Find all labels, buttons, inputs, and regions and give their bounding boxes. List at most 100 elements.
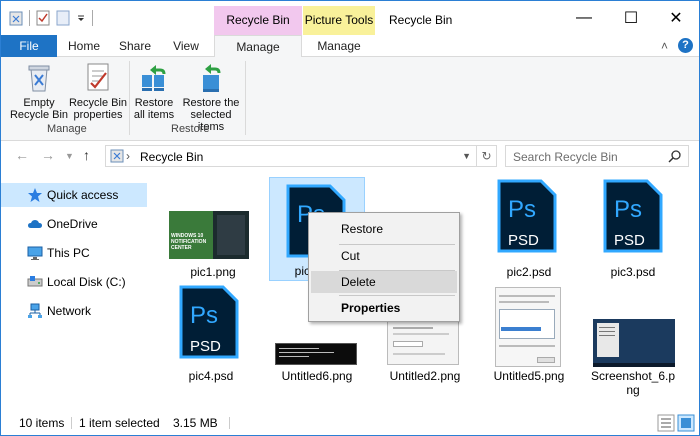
file-item-pic2[interactable]: Ps PSD pic2.psd bbox=[481, 177, 577, 281]
status-bar: 10 items 1 item selected 3.15 MB bbox=[1, 411, 699, 435]
recycle-bin-location-icon bbox=[110, 149, 124, 163]
file-item-pic3[interactable]: Ps PSD pic3.psd bbox=[585, 177, 681, 281]
ribbon-right-controls: ˄ ? bbox=[661, 38, 693, 53]
file-thumbnail bbox=[481, 287, 577, 367]
restore-group-label: Restore bbox=[171, 123, 210, 135]
drive-icon bbox=[27, 276, 43, 287]
properties-check-icon[interactable] bbox=[36, 10, 50, 26]
path-separator-icon[interactable]: › bbox=[126, 149, 130, 163]
menu-item-cut[interactable]: Cut bbox=[311, 245, 457, 267]
recycle-bin-tools-header: Recycle Bin Tools bbox=[214, 6, 302, 56]
empty-recycle-bin-button[interactable]: Empty Recycle Bin bbox=[9, 61, 69, 121]
file-item-untitled5[interactable]: Untitled5.png bbox=[481, 283, 577, 387]
star-icon bbox=[28, 188, 42, 202]
sidebar-item-local-disk[interactable]: Local Disk (C:) bbox=[1, 270, 147, 294]
address-dropdown-icon[interactable]: ▼ bbox=[462, 151, 471, 161]
search-box[interactable]: Search Recycle Bin bbox=[505, 145, 689, 167]
up-arrow-icon[interactable]: ↑ bbox=[83, 147, 90, 163]
svg-text:Ps: Ps bbox=[614, 196, 642, 223]
file-thumbnail bbox=[585, 319, 681, 367]
minimize-button[interactable]: — bbox=[561, 1, 607, 35]
svg-text:Ps: Ps bbox=[190, 302, 218, 329]
forward-arrow-icon[interactable]: → bbox=[41, 147, 55, 163]
qat-separator-2 bbox=[92, 10, 93, 26]
file-name: Untitled6.png bbox=[281, 369, 353, 383]
address-bar[interactable]: › Recycle Bin ▼ bbox=[105, 145, 477, 167]
file-name: Untitled5.png bbox=[493, 369, 565, 383]
tab-view[interactable]: View bbox=[161, 35, 211, 57]
restore-selected-icon bbox=[195, 61, 227, 93]
qat-separator bbox=[29, 10, 30, 26]
sidebar-item-label: OneDrive bbox=[47, 217, 98, 231]
thumbnail-caption: WINDOWS 10 NOTIFICATION CENTER bbox=[171, 233, 207, 251]
file-name: pic3.psd bbox=[610, 265, 656, 279]
restore-all-icon bbox=[138, 61, 170, 93]
sidebar-item-label: Local Disk (C:) bbox=[47, 275, 126, 289]
network-icon bbox=[28, 303, 42, 318]
photoshop-file-icon: Ps PSD bbox=[603, 179, 663, 253]
address-location: Recycle Bin bbox=[140, 150, 204, 164]
restore-all-items-label: Restore all items bbox=[133, 97, 175, 121]
restore-all-items-button[interactable]: Restore all items bbox=[133, 61, 175, 121]
menu-separator bbox=[339, 295, 455, 296]
sidebar-item-onedrive[interactable]: OneDrive bbox=[1, 212, 147, 236]
window-title: Recycle Bin bbox=[389, 13, 453, 27]
file-name: Screenshot_6.p ng bbox=[590, 369, 676, 397]
recycle-bin-properties-button[interactable]: Recycle Bin properties bbox=[67, 61, 129, 121]
photoshop-file-icon: Ps PSD bbox=[497, 179, 557, 253]
help-icon[interactable]: ? bbox=[678, 38, 693, 53]
item-count: 10 items bbox=[19, 416, 65, 430]
file-thumbnail bbox=[377, 319, 473, 365]
context-menu: Restore Cut Delete Properties bbox=[308, 212, 460, 322]
details-view-icon[interactable] bbox=[657, 414, 675, 432]
svg-text:Ps: Ps bbox=[508, 196, 536, 223]
sidebar-item-network[interactable]: Network bbox=[1, 299, 147, 323]
tab-manage-recycle-bin[interactable]: Manage bbox=[214, 35, 302, 58]
menu-item-properties[interactable]: Properties bbox=[311, 297, 457, 319]
back-arrow-icon[interactable]: ← bbox=[15, 147, 29, 163]
menu-item-delete[interactable]: Delete bbox=[311, 271, 457, 293]
recycle-bin-properties-label: Recycle Bin properties bbox=[68, 97, 128, 121]
file-thumbnail: WINDOWS 10 NOTIFICATION CENTER bbox=[165, 211, 261, 261]
computer-icon bbox=[27, 246, 43, 260]
sidebar-item-label: Network bbox=[47, 304, 92, 318]
address-bar-row: ← → ▼ ↑ › Recycle Bin ▼ ↻ Search Recycle… bbox=[1, 141, 699, 171]
sidebar-item-label: Quick access bbox=[47, 188, 119, 202]
ribbon-tabs: File Home Share View Manage Manage ˄ ? bbox=[1, 35, 699, 58]
file-name: pic4.psd bbox=[188, 369, 234, 383]
close-button[interactable]: ✕ bbox=[653, 1, 699, 35]
photoshop-file-icon: Ps PSD bbox=[179, 285, 239, 359]
sidebar-item-this-pc[interactable]: This PC bbox=[1, 241, 147, 265]
tab-home[interactable]: Home bbox=[59, 35, 109, 57]
file-name: pic1.png bbox=[190, 265, 236, 279]
ribbon-group-separator-2 bbox=[245, 61, 246, 135]
tab-manage-picture[interactable]: Manage bbox=[303, 35, 375, 57]
refresh-icon[interactable]: ↻ bbox=[477, 145, 497, 167]
sidebar-item-quick-access[interactable]: Quick access bbox=[1, 183, 147, 207]
file-name: Untitled2.png bbox=[389, 369, 461, 383]
tab-file[interactable]: File bbox=[1, 35, 57, 57]
file-item-screenshot6[interactable]: Screenshot_6.p ng bbox=[585, 283, 681, 399]
recent-locations-chevron-icon[interactable]: ▼ bbox=[65, 151, 74, 161]
selection-size: 3.15 MB bbox=[173, 416, 218, 430]
collapse-ribbon-icon[interactable]: ˄ bbox=[661, 39, 668, 53]
large-icons-view-icon[interactable] bbox=[677, 414, 695, 432]
file-name: pic2.psd bbox=[506, 265, 552, 279]
tab-share[interactable]: Share bbox=[111, 35, 159, 57]
svg-text:PSD: PSD bbox=[190, 338, 221, 355]
navigation-pane: Quick access OneDrive This PC Local Disk… bbox=[1, 171, 151, 411]
maximize-button[interactable]: ☐ bbox=[608, 1, 654, 35]
file-name: pic bbox=[294, 264, 310, 278]
customize-qat-icon[interactable] bbox=[76, 13, 86, 23]
status-separator bbox=[229, 417, 230, 429]
new-folder-icon[interactable] bbox=[56, 10, 70, 26]
cloud-icon bbox=[28, 220, 42, 228]
file-item-pic4[interactable]: Ps PSD pic4.psd bbox=[163, 283, 259, 387]
file-item-pic1[interactable]: WINDOWS 10 NOTIFICATION CENTER pic1.png bbox=[165, 177, 261, 281]
search-icon bbox=[668, 150, 681, 163]
menu-item-restore[interactable]: Restore bbox=[311, 218, 457, 240]
search-placeholder: Search Recycle Bin bbox=[513, 150, 618, 164]
svg-text:PSD: PSD bbox=[614, 232, 645, 249]
ribbon-panel: Empty Recycle Bin Recycle Bin properties… bbox=[1, 57, 699, 141]
recycle-bin-small-icon[interactable] bbox=[9, 10, 23, 26]
